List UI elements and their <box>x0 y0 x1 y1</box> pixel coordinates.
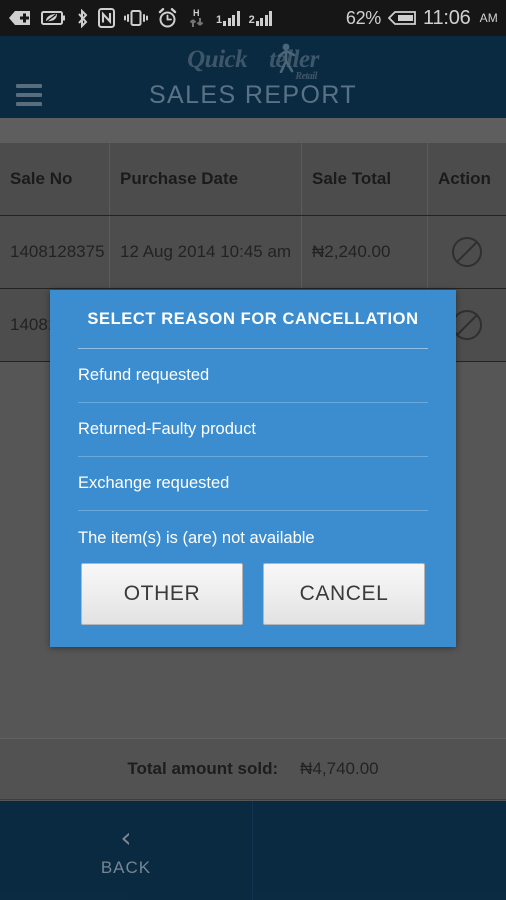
svg-text:H: H <box>193 8 200 18</box>
hspa-data-icon: H <box>189 8 204 27</box>
chevron-left-icon: ‹ <box>120 820 132 854</box>
logo-figure-icon <box>277 43 296 73</box>
dialog-options-list: Refund requested Returned-Faulty product… <box>50 349 456 565</box>
total-amount-value: ₦4,740.00 <box>300 759 379 778</box>
back-button[interactable]: ‹ BACK <box>0 801 253 900</box>
total-amount-bar: Total amount sold: ₦4,740.00 <box>0 738 506 800</box>
dialog-actions: OTHER CANCEL <box>50 563 456 625</box>
vibrate-icon <box>124 10 148 26</box>
cancellation-reason-dialog: SELECT REASON FOR CANCELLATION Refund re… <box>50 290 456 647</box>
cell-sale-total: ₦2,240.00 <box>302 216 428 288</box>
app-logo: Quick teller Retail <box>0 43 506 81</box>
status-bar-right: 62% 11:06 AM <box>346 7 498 30</box>
page-title: SALES REPORT <box>148 80 358 109</box>
hamburger-menu-icon[interactable] <box>0 72 58 118</box>
title-bar: SALES REPORT <box>0 72 506 118</box>
app-root: H 1 2 62% 11:06 AM Quick teller Retail S… <box>0 0 506 900</box>
column-header-sale-total: Sale Total <box>302 143 428 215</box>
table-top-spacer <box>0 118 506 143</box>
cancel-sale-icon[interactable] <box>452 237 482 267</box>
cell-purchase-date: 12 Aug 2014 10:45 am <box>110 216 302 288</box>
column-header-purchase-date: Purchase Date <box>110 143 302 215</box>
usb-power-icon <box>9 11 30 25</box>
table-header-row: Sale No Purchase Date Sale Total Action <box>0 143 506 216</box>
app-header: Quick teller Retail SALES REPORT <box>0 36 506 118</box>
logo-text-quick: Quick <box>187 45 248 73</box>
alarm-icon <box>158 8 177 28</box>
column-header-action: Action <box>438 169 491 188</box>
bluetooth-icon <box>78 8 88 28</box>
power-saving-battery-icon <box>41 11 65 25</box>
signal-strength-sim1: 1 <box>216 10 240 26</box>
total-amount-label: Total amount sold: <box>127 759 279 778</box>
signal-strength-sim2: 2 <box>248 10 273 26</box>
cancel-sale-icon[interactable] <box>452 310 482 340</box>
dialog-option-returned-faulty-product[interactable]: Returned-Faulty product <box>78 403 428 457</box>
cancel-button[interactable]: CANCEL <box>263 563 425 625</box>
table-row[interactable]: 1408128375 12 Aug 2014 10:45 am ₦2,240.0… <box>0 216 506 289</box>
other-button[interactable]: OTHER <box>81 563 243 625</box>
dialog-option-item-not-available[interactable]: The item(s) is (are) not available <box>78 511 428 565</box>
status-bar: H 1 2 62% 11:06 AM <box>0 0 506 36</box>
column-header-sale-no: Sale No <box>0 143 110 215</box>
clock-ampm: AM <box>479 11 498 25</box>
cell-sale-no: 1408128375 <box>0 216 110 288</box>
bottom-nav: ‹ BACK <box>0 801 506 900</box>
battery-icon <box>388 11 416 25</box>
sim1-label: 1 <box>216 13 223 26</box>
cell-action[interactable] <box>428 216 506 288</box>
back-button-label: BACK <box>100 857 152 877</box>
sim2-label: 2 <box>248 13 255 26</box>
dialog-option-refund-requested[interactable]: Refund requested <box>78 349 428 403</box>
bottom-nav-filler <box>253 801 506 900</box>
battery-percent-label: 62% <box>345 7 382 28</box>
clock-time: 11:06 <box>423 6 471 29</box>
nfc-icon <box>98 8 115 28</box>
dialog-option-exchange-requested[interactable]: Exchange requested <box>78 457 428 511</box>
dialog-title: SELECT REASON FOR CANCELLATION <box>87 309 419 328</box>
status-bar-left-icons: H 1 2 <box>8 8 346 28</box>
